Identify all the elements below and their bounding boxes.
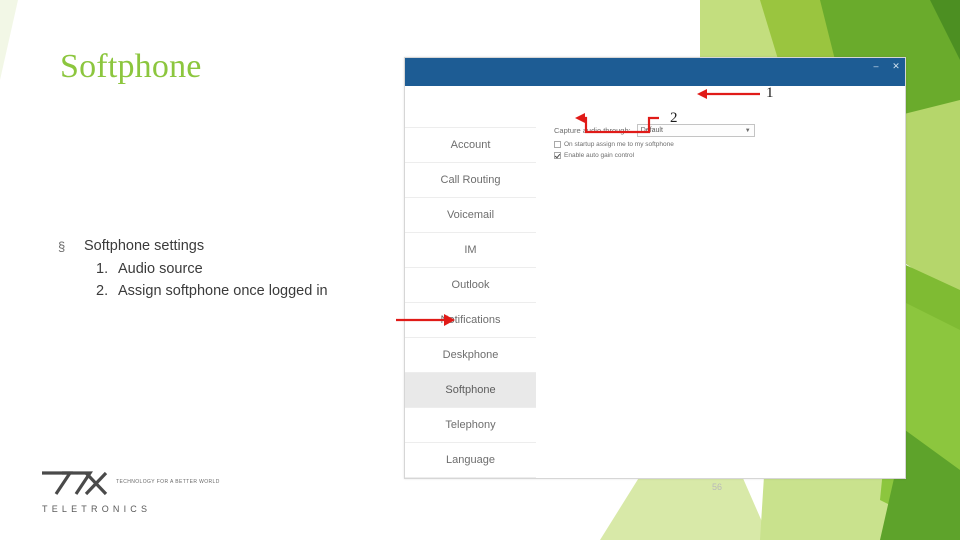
sidebar-item-account[interactable]: Account	[405, 127, 536, 163]
list-item-label: Assign softphone once logged in	[118, 283, 328, 299]
list-item-number: 2.	[96, 283, 109, 299]
capture-audio-label: Capture audio through:	[554, 126, 631, 135]
list-item: 2. Assign softphone once logged in	[96, 280, 328, 302]
sidebar-item-im[interactable]: IM	[405, 232, 536, 268]
slide-number: 56	[712, 482, 723, 492]
bullet-marker-icon: §	[58, 239, 66, 254]
assign-softphone-checkbox[interactable]: On startup assign me to my softphone	[554, 141, 905, 148]
capture-audio-value: Default	[640, 127, 663, 134]
settings-nav-list: Account Call Routing Voicemail IM Outloo…	[405, 86, 536, 478]
sub-list: 1. Audio source 2. Assign softphone once…	[96, 258, 328, 302]
sidebar-item-notifications[interactable]: Notifications	[405, 302, 536, 338]
list-item: 1. Audio source	[96, 258, 328, 280]
sidebar-item-deskphone[interactable]: Deskphone	[405, 337, 536, 373]
list-item-label: Audio source	[118, 261, 203, 277]
sidebar-item-voicemail[interactable]: Voicemail	[405, 197, 536, 233]
sidebar-item-telephony[interactable]: Telephony	[405, 407, 536, 443]
window-title-bar: – ✕	[405, 58, 905, 86]
chevron-down-icon: ▼	[744, 127, 751, 134]
close-icon[interactable]: ✕	[891, 61, 901, 71]
capture-audio-through-select[interactable]: Default ▼	[636, 124, 755, 137]
list-item-number: 1.	[96, 261, 109, 277]
list-item: § Softphone settings	[58, 236, 328, 257]
settings-content-pane: Capture audio through: Default ▼ On star…	[536, 86, 905, 478]
checkbox-indicator[interactable]	[554, 141, 561, 148]
sidebar-item-softphone[interactable]: Softphone	[405, 372, 536, 408]
minimize-icon[interactable]: –	[871, 61, 881, 71]
auto-gain-checkbox[interactable]: Enable auto gain control	[554, 152, 905, 159]
bullet-text: Softphone settings	[84, 238, 205, 254]
capture-audio-row: Capture audio through: Default ▼	[554, 124, 905, 137]
logo-mark-icon	[42, 471, 108, 496]
window-controls: – ✕	[871, 61, 901, 71]
assign-softphone-label: On startup assign me to my softphone	[564, 141, 674, 148]
checkbox-indicator[interactable]	[554, 152, 561, 159]
logo-tagline: TECHNOLOGY FOR A BETTER WORLD	[116, 479, 220, 485]
auto-gain-label: Enable auto gain control	[564, 152, 635, 159]
sidebar-item-language[interactable]: Language	[405, 442, 536, 478]
sidebar-item-call-routing[interactable]: Call Routing	[405, 162, 536, 198]
window-body: Account Call Routing Voicemail IM Outloo…	[405, 86, 905, 478]
logo-subtext: TELETRONICS	[42, 504, 152, 514]
sidebar-item-outlook[interactable]: Outlook	[405, 267, 536, 303]
bullet-block: § Softphone settings 1. Audio source 2. …	[58, 236, 328, 302]
softphone-settings-window: – ✕ Account Call Routing Voicemail IM Ou…	[404, 57, 906, 479]
company-logo: TECHNOLOGY FOR A BETTER WORLD TELETRONIC…	[40, 470, 240, 522]
page-title: Softphone	[60, 48, 202, 85]
